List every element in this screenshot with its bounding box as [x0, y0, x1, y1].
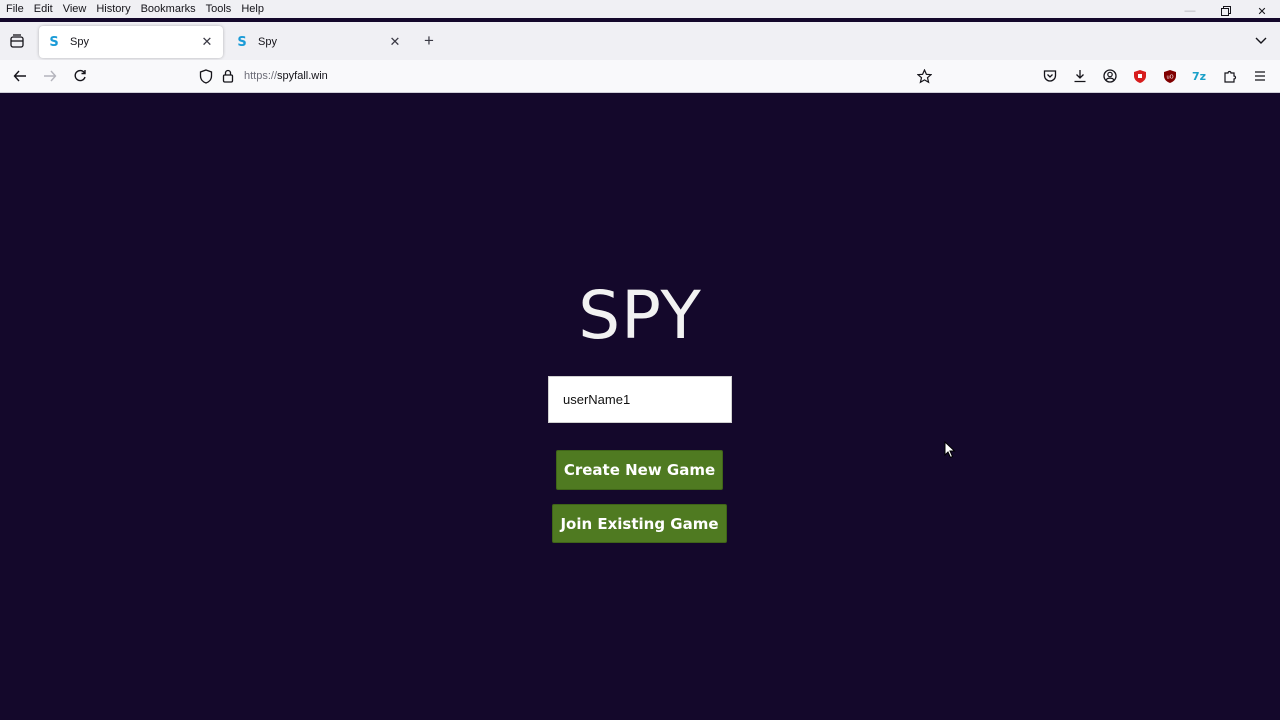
tab-spy-active[interactable]: S Spy ✕	[39, 26, 223, 58]
extension-shield-icon[interactable]	[1130, 66, 1150, 86]
tab-list-icon[interactable]	[6, 30, 28, 52]
tab-spy[interactable]: S Spy ✕	[227, 26, 411, 58]
menu-view[interactable]: View	[58, 3, 92, 15]
forward-icon[interactable]	[40, 66, 60, 86]
menu-history[interactable]: History	[91, 3, 135, 15]
menu-help[interactable]: Help	[236, 3, 269, 15]
menu-bookmarks[interactable]: Bookmarks	[136, 3, 201, 15]
svg-text:uO: uO	[1166, 74, 1173, 80]
username-input[interactable]	[548, 376, 732, 423]
tab-title: Spy	[258, 36, 277, 48]
ublock-icon[interactable]: uO	[1160, 66, 1180, 86]
page-title: SPY	[578, 277, 702, 354]
tab-bar: S Spy ✕ S Spy ✕ +	[0, 22, 1280, 60]
chevron-down-icon[interactable]	[1252, 32, 1270, 50]
page-content: SPY Create New Game Join Existing Game	[0, 94, 1280, 720]
back-icon[interactable]	[10, 66, 30, 86]
url-host: spyfall.win	[277, 70, 328, 82]
restore-icon[interactable]	[1208, 0, 1244, 22]
download-icon[interactable]	[1070, 66, 1090, 86]
menu-file[interactable]: File	[0, 3, 29, 15]
menu-edit[interactable]: Edit	[29, 3, 58, 15]
create-new-game-button[interactable]: Create New Game	[556, 450, 723, 490]
tab-close-icon[interactable]: ✕	[387, 34, 403, 50]
svg-text:7z: 7z	[1192, 70, 1206, 83]
window-controls: — ✕	[1172, 0, 1280, 22]
tab-title: Spy	[70, 36, 89, 48]
favicon-icon: S	[49, 34, 59, 50]
translate-icon[interactable]: 7z	[1190, 66, 1210, 86]
url-text[interactable]: https://spyfall.win	[244, 70, 328, 82]
new-tab-icon[interactable]: +	[419, 31, 439, 51]
close-window-icon[interactable]: ✕	[1244, 0, 1280, 22]
menu-tools[interactable]: Tools	[201, 3, 237, 15]
reload-icon[interactable]	[70, 66, 90, 86]
tab-close-icon[interactable]: ✕	[199, 34, 215, 50]
hamburger-menu-icon[interactable]	[1250, 66, 1270, 86]
join-existing-game-button[interactable]: Join Existing Game	[552, 504, 727, 543]
lock-icon[interactable]	[222, 69, 234, 88]
extensions-puzzle-icon[interactable]	[1220, 66, 1240, 86]
pocket-icon[interactable]	[1040, 66, 1060, 86]
mouse-cursor-icon	[944, 440, 956, 459]
menu-bar: File Edit View History Bookmarks Tools H…	[0, 0, 1280, 18]
shield-icon[interactable]	[199, 69, 213, 89]
minimize-icon[interactable]: —	[1172, 0, 1208, 22]
bookmark-star-icon[interactable]	[916, 68, 933, 89]
url-protocol: https://	[244, 70, 278, 82]
account-icon[interactable]	[1100, 66, 1120, 86]
nav-bar: https://spyfall.win uO 7z	[0, 60, 1280, 93]
url-bar[interactable]: https://spyfall.win	[192, 63, 942, 90]
favicon-icon: S	[237, 34, 247, 50]
